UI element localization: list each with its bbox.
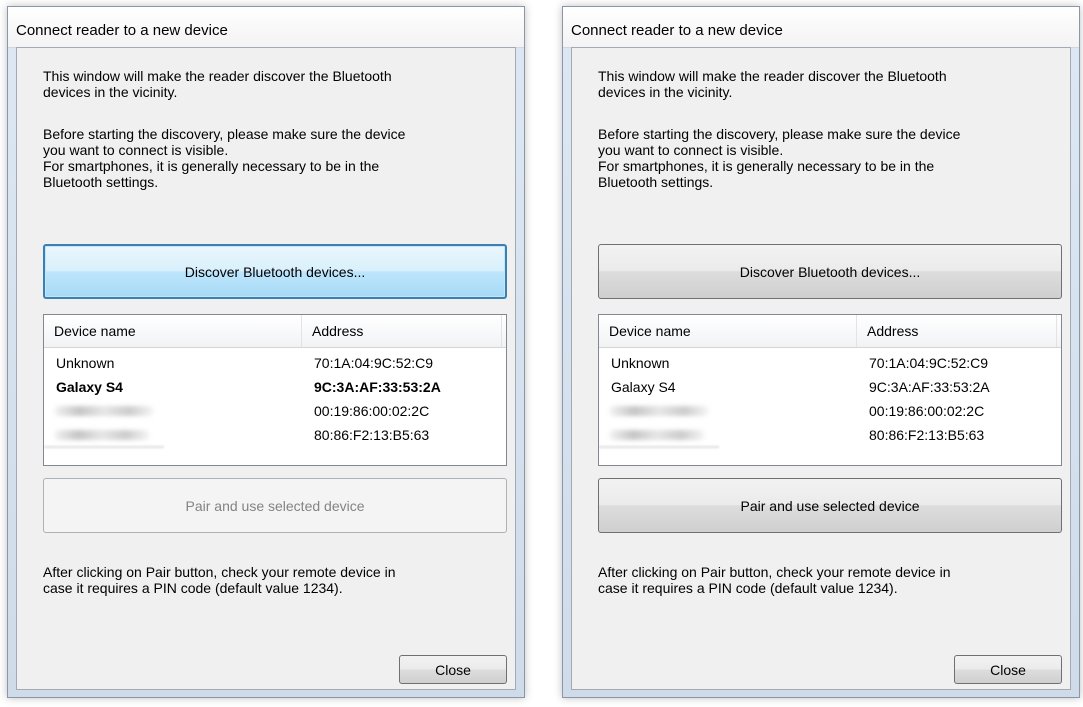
obscured-device-name (54, 430, 150, 440)
device-address: 9C:3A:AF:33:53:2A (869, 379, 990, 395)
device-address: 80:86:F2:13:B5:63 (869, 427, 985, 443)
intro-text: This window will make the reader discove… (598, 68, 1058, 100)
device-row[interactable]: 80:86:F2:13:B5:63 (599, 423, 1061, 448)
device-address: 70:1A:04:9C:52:C9 (314, 355, 434, 371)
obscured-device-name (609, 406, 709, 416)
pair-button-label: Pair and use selected device (185, 497, 365, 514)
obscured-underline (44, 446, 164, 448)
device-address: 00:19:86:00:02:2C (869, 403, 985, 419)
device-name: Galaxy S4 (56, 379, 123, 395)
instructions-line: Before starting the discovery, please ma… (598, 126, 961, 142)
device-list-header: Device name Address (44, 315, 506, 348)
obscured-underline (599, 446, 719, 448)
instructions-line: you want to connect is visible. (43, 142, 229, 158)
device-list[interactable]: Device name Address Unknown 70:1A:04:9C:… (43, 314, 507, 466)
discover-button-label: Discover Bluetooth devices... (739, 263, 921, 280)
pin-info-line: case it requires a PIN code (default val… (43, 580, 343, 596)
intro-text: This window will make the reader discove… (43, 68, 503, 100)
device-row[interactable]: 80:86:F2:13:B5:63 (44, 423, 506, 448)
dialog-window-left: Connect reader to a new device This wind… (7, 6, 525, 698)
discover-button-label: Discover Bluetooth devices... (184, 263, 366, 280)
dialog-window-right: Connect reader to a new device This wind… (562, 6, 1080, 698)
device-row-selected[interactable]: Galaxy S4 9C:3A:AF:33:53:2A (44, 375, 506, 399)
instructions-line: For smartphones, it is generally necessa… (598, 158, 935, 174)
instructions-text: Before starting the discovery, please ma… (43, 126, 503, 190)
instructions-text: Before starting the discovery, please ma… (598, 126, 1058, 190)
device-row[interactable]: Unknown 70:1A:04:9C:52:C9 (44, 351, 506, 375)
device-address: 00:19:86:00:02:2C (314, 403, 430, 419)
device-name: Unknown (56, 355, 115, 371)
window-title: Connect reader to a new device (571, 22, 783, 39)
pair-device-button[interactable]: Pair and use selected device (43, 478, 507, 533)
device-row[interactable]: Unknown 70:1A:04:9C:52:C9 (599, 351, 1061, 375)
close-button[interactable]: Close (399, 655, 507, 684)
device-row[interactable]: Galaxy S4 9C:3A:AF:33:53:2A (599, 375, 1061, 399)
pin-info-text: After clicking on Pair button, check you… (598, 564, 1058, 596)
pin-info-line: case it requires a PIN code (default val… (598, 580, 898, 596)
instructions-line: Bluetooth settings. (598, 174, 714, 190)
instructions-line: Before starting the discovery, please ma… (43, 126, 406, 142)
pin-info-text: After clicking on Pair button, check you… (43, 564, 503, 596)
device-list[interactable]: Device name Address Unknown 70:1A:04:9C:… (598, 314, 1062, 466)
close-button[interactable]: Close (954, 655, 1062, 684)
intro-line: This window will make the reader discove… (598, 68, 947, 84)
close-button-label: Close (435, 661, 471, 678)
device-row[interactable]: 00:19:86:00:02:2C (44, 399, 506, 423)
device-name: Galaxy S4 (611, 379, 676, 395)
obscured-device-name (609, 430, 705, 440)
intro-line: This window will make the reader discove… (43, 68, 392, 84)
discover-bluetooth-button[interactable]: Discover Bluetooth devices... (598, 244, 1062, 299)
window-title: Connect reader to a new device (16, 22, 228, 39)
instructions-line: you want to connect is visible. (598, 142, 784, 158)
column-header-device-name[interactable]: Device name (599, 315, 857, 347)
column-header-device-name[interactable]: Device name (44, 315, 302, 347)
device-address: 70:1A:04:9C:52:C9 (869, 355, 989, 371)
close-button-label: Close (990, 661, 1026, 678)
pair-device-button[interactable]: Pair and use selected device (598, 478, 1062, 533)
obscured-device-name (54, 406, 154, 416)
device-address: 9C:3A:AF:33:53:2A (314, 379, 441, 395)
intro-line: devices in the vicinity. (598, 84, 733, 100)
device-list-header: Device name Address (599, 315, 1061, 348)
title-bar[interactable]: Connect reader to a new device (8, 7, 524, 48)
device-address: 80:86:F2:13:B5:63 (314, 427, 430, 443)
device-row[interactable]: 00:19:86:00:02:2C (599, 399, 1061, 423)
instructions-line: Bluetooth settings. (43, 174, 159, 190)
pin-info-line: After clicking on Pair button, check you… (43, 564, 396, 580)
instructions-line: For smartphones, it is generally necessa… (43, 158, 380, 174)
discover-bluetooth-button[interactable]: Discover Bluetooth devices... (43, 244, 507, 299)
pin-info-line: After clicking on Pair button, check you… (598, 564, 951, 580)
title-bar[interactable]: Connect reader to a new device (563, 7, 1079, 48)
column-header-address[interactable]: Address (857, 315, 1057, 347)
pair-button-label: Pair and use selected device (740, 497, 920, 514)
dialog-client-area: This window will make the reader discove… (571, 47, 1071, 690)
dialog-client-area: This window will make the reader discove… (16, 47, 516, 690)
device-name: Unknown (611, 355, 670, 371)
column-header-address[interactable]: Address (302, 315, 502, 347)
intro-line: devices in the vicinity. (43, 84, 178, 100)
